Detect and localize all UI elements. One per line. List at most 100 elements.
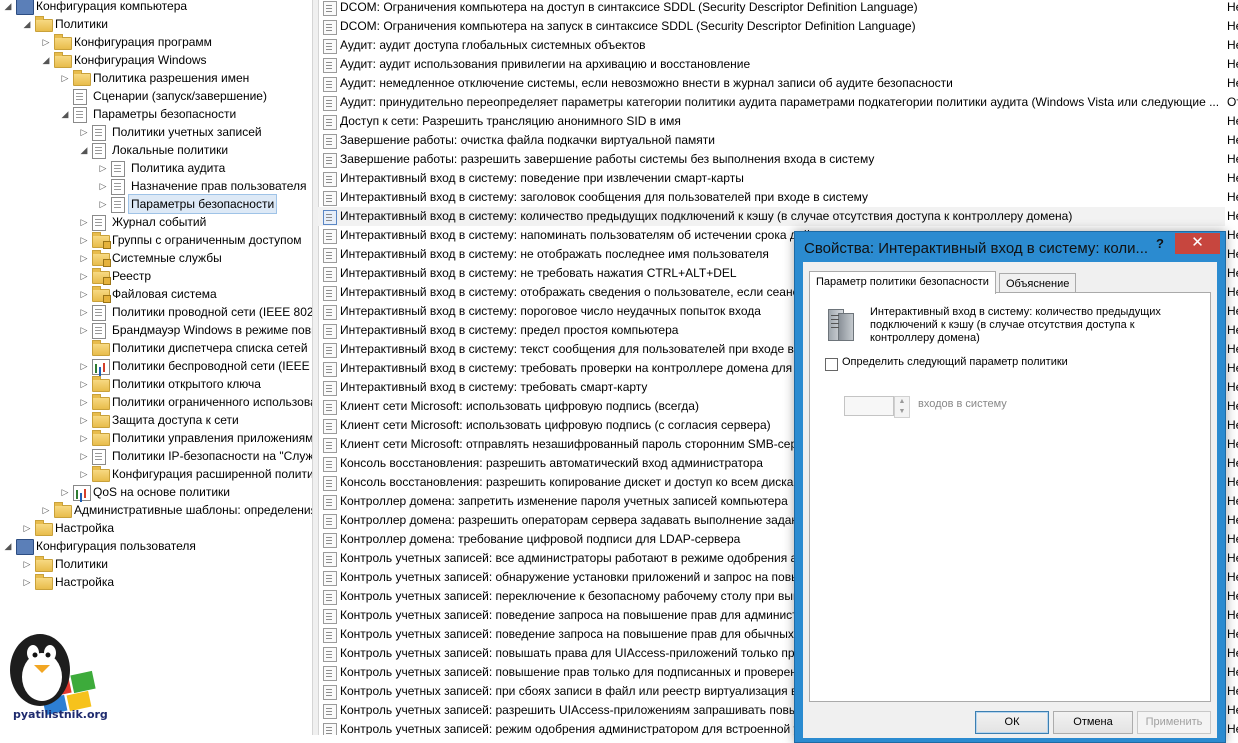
tree-item-label[interactable]: Политики ограниченного использования про…	[110, 393, 312, 411]
expand-arrow-icon[interactable]: ▷	[22, 555, 32, 573]
tree-item-label[interactable]: Журнал событий	[110, 213, 208, 231]
tree-item[interactable]: ◢ Политики	[0, 15, 312, 33]
tree-item-label[interactable]: Системные службы	[110, 249, 224, 267]
policy-row[interactable]: Завершение работы: разрешить завершение …	[318, 150, 1238, 169]
tree-item-label[interactable]: Политики	[53, 15, 110, 33]
collapse-arrow-icon[interactable]: ◢	[3, 537, 13, 555]
tree-item-label[interactable]: Политики IP-безопасности на "Служба ката…	[110, 447, 312, 465]
tree-item[interactable]: Сценарии (запуск/завершение)	[0, 87, 312, 105]
tree-item-label[interactable]: Конфигурация пользователя	[34, 537, 198, 555]
expand-arrow-icon[interactable]: ▷	[79, 123, 89, 141]
tree-item[interactable]: ▷ Файловая система	[0, 285, 312, 303]
tree-item[interactable]: ▷ Группы с ограниченным доступом	[0, 231, 312, 249]
tree-item-label[interactable]: Административные шаблоны: определения по…	[72, 501, 312, 519]
expand-arrow-icon[interactable]: ▷	[79, 249, 89, 267]
policy-row[interactable]: Интерактивный вход в систему: количество…	[318, 207, 1238, 226]
spin-up-icon[interactable]: ▲	[895, 397, 909, 407]
tree-item[interactable]: ▷ Конфигурация расширенной политики аудит…	[0, 465, 312, 483]
tab-security-setting[interactable]: Параметр политики безопасности	[809, 271, 996, 294]
expand-arrow-icon[interactable]: ▷	[79, 375, 89, 393]
tree-item[interactable]: ◢ Конфигурация пользователя	[0, 537, 312, 555]
expand-arrow-icon[interactable]: ▷	[79, 465, 89, 483]
tree-item-label[interactable]: Настройка	[53, 573, 116, 591]
tree-item-label[interactable]: Группы с ограниченным доступом	[110, 231, 304, 249]
tree-item-label[interactable]: Брандмауэр Windows в режиме повышенной б…	[110, 321, 312, 339]
logons-count-input[interactable]	[844, 396, 894, 416]
cancel-button[interactable]: Отмена	[1053, 711, 1133, 734]
policy-row[interactable]: Доступ к сети: Разрешить трансляцию анон…	[318, 112, 1238, 131]
tree-item[interactable]: ▷ Политики IP-безопасности на "Служба кат…	[0, 447, 312, 465]
tree-item-label[interactable]: Конфигурация расширенной политики аудита	[110, 465, 312, 483]
policy-row[interactable]: Аудит: принудительно переопределяет пара…	[318, 93, 1238, 112]
expand-arrow-icon[interactable]: ▷	[60, 483, 70, 501]
tree-item-label[interactable]: Политика аудита	[129, 159, 227, 177]
expand-arrow-icon[interactable]: ▷	[98, 177, 108, 195]
tree-item[interactable]: ◢ Локальные политики	[0, 141, 312, 159]
tree-item[interactable]: ◢ Конфигурация Windows	[0, 51, 312, 69]
expand-arrow-icon[interactable]: ▷	[98, 159, 108, 177]
tree-item[interactable]: ▷ Параметры безопасности	[0, 194, 312, 214]
tree-item[interactable]: ▷ Политики проводной сети (IEEE 802.3)	[0, 303, 312, 321]
help-button[interactable]: ?	[1147, 233, 1173, 254]
tree-item-label[interactable]: QoS на основе политики	[91, 483, 232, 501]
ok-button[interactable]: ОК	[975, 711, 1049, 734]
expand-arrow-icon[interactable]: ▷	[79, 429, 89, 447]
tree-item[interactable]: ▷ QoS на основе политики	[0, 483, 312, 501]
tree-item-label[interactable]: Файловая система	[110, 285, 219, 303]
policy-row[interactable]: Интерактивный вход в систему: заголовок …	[318, 188, 1238, 207]
tree-item-label[interactable]: Конфигурация компьютера	[34, 0, 189, 15]
tree-item[interactable]: ▷ Реестр	[0, 267, 312, 285]
tree-item-label[interactable]: Настройка	[53, 519, 116, 537]
expand-arrow-icon[interactable]: ▷	[22, 519, 32, 537]
tree-item-label[interactable]: Политики открытого ключа	[110, 375, 263, 393]
tree-item-label[interactable]: Параметры безопасности	[127, 194, 278, 214]
tree-item[interactable]: ◢ Конфигурация компьютера	[0, 0, 312, 15]
expand-arrow-icon[interactable]: ▷	[41, 33, 51, 51]
expand-arrow-icon[interactable]: ▷	[79, 357, 89, 375]
expand-arrow-icon[interactable]: ▷	[79, 447, 89, 465]
tree-item-label[interactable]: Сценарии (запуск/завершение)	[91, 87, 269, 105]
expand-arrow-icon[interactable]: ▷	[79, 267, 89, 285]
collapse-arrow-icon[interactable]: ◢	[60, 105, 70, 123]
tree-item[interactable]: Политики диспетчера списка сетей	[0, 339, 312, 357]
close-button[interactable]: ✕	[1175, 233, 1220, 254]
tree-item[interactable]: ▷ Журнал событий	[0, 213, 312, 231]
tree-item[interactable]: ▷ Назначение прав пользователя	[0, 177, 312, 195]
tree-item[interactable]: ▷ Административные шаблоны: определения п…	[0, 501, 312, 519]
spin-down-icon[interactable]: ▼	[895, 407, 909, 417]
tree-item-label[interactable]: Политики учетных записей	[110, 123, 264, 141]
tree-item-label[interactable]: Реестр	[110, 267, 153, 285]
tree-item[interactable]: ▷ Политика аудита	[0, 159, 312, 177]
tree-item[interactable]: ▷ Настройка	[0, 519, 312, 537]
tree-item[interactable]: ▷ Политики управления приложениями	[0, 429, 312, 447]
tree-item-label[interactable]: Защита доступа к сети	[110, 411, 241, 429]
tree-item[interactable]: ▷ Политики	[0, 555, 312, 573]
tree-item-label[interactable]: Конфигурация Windows	[72, 51, 209, 69]
tree-item[interactable]: ▷ Системные службы	[0, 249, 312, 267]
tree-item-label[interactable]: Политики управления приложениями	[110, 429, 312, 447]
collapse-arrow-icon[interactable]: ◢	[22, 15, 32, 33]
tree-item[interactable]: ▷ Настройка	[0, 573, 312, 591]
tree-item[interactable]: ▷ Брандмауэр Windows в режиме повышенной …	[0, 321, 312, 339]
expand-arrow-icon[interactable]: ▷	[22, 573, 32, 591]
expand-arrow-icon[interactable]: ▷	[79, 285, 89, 303]
collapse-arrow-icon[interactable]: ◢	[3, 0, 13, 15]
logons-count-stepper[interactable]: ▲ ▼	[894, 396, 910, 418]
tree-item[interactable]: ▷ Политика разрешения имен	[0, 69, 312, 87]
tree-item[interactable]: ▷ Политики ограниченного использования пр…	[0, 393, 312, 411]
policy-row[interactable]: Интерактивный вход в систему: поведение …	[318, 169, 1238, 188]
tree-item[interactable]: ▷ Защита доступа к сети	[0, 411, 312, 429]
tree-item-label[interactable]: Конфигурация программ	[72, 33, 214, 51]
policy-row[interactable]: Аудит: немедленное отключение системы, е…	[318, 74, 1238, 93]
tree-item-label[interactable]: Политики	[53, 555, 110, 573]
tree-item[interactable]: ▷ Политики учетных записей	[0, 123, 312, 141]
tree-item-label[interactable]: Политики проводной сети (IEEE 802.3)	[110, 303, 312, 321]
collapse-arrow-icon[interactable]: ◢	[79, 141, 89, 159]
tree-item-label[interactable]: Локальные политики	[110, 141, 230, 159]
apply-button[interactable]: Применить	[1137, 711, 1211, 734]
tree-item[interactable]: ▷ Политики беспроводной сети (IEEE 802.11…	[0, 357, 312, 375]
tree-item[interactable]: ▷ Политики открытого ключа	[0, 375, 312, 393]
policy-row[interactable]: Аудит: аудит доступа глобальных системны…	[318, 36, 1238, 55]
tab-explanation[interactable]: Объяснение	[999, 273, 1077, 294]
policy-row[interactable]: DCOM: Ограничения компьютера на доступ в…	[318, 0, 1238, 17]
